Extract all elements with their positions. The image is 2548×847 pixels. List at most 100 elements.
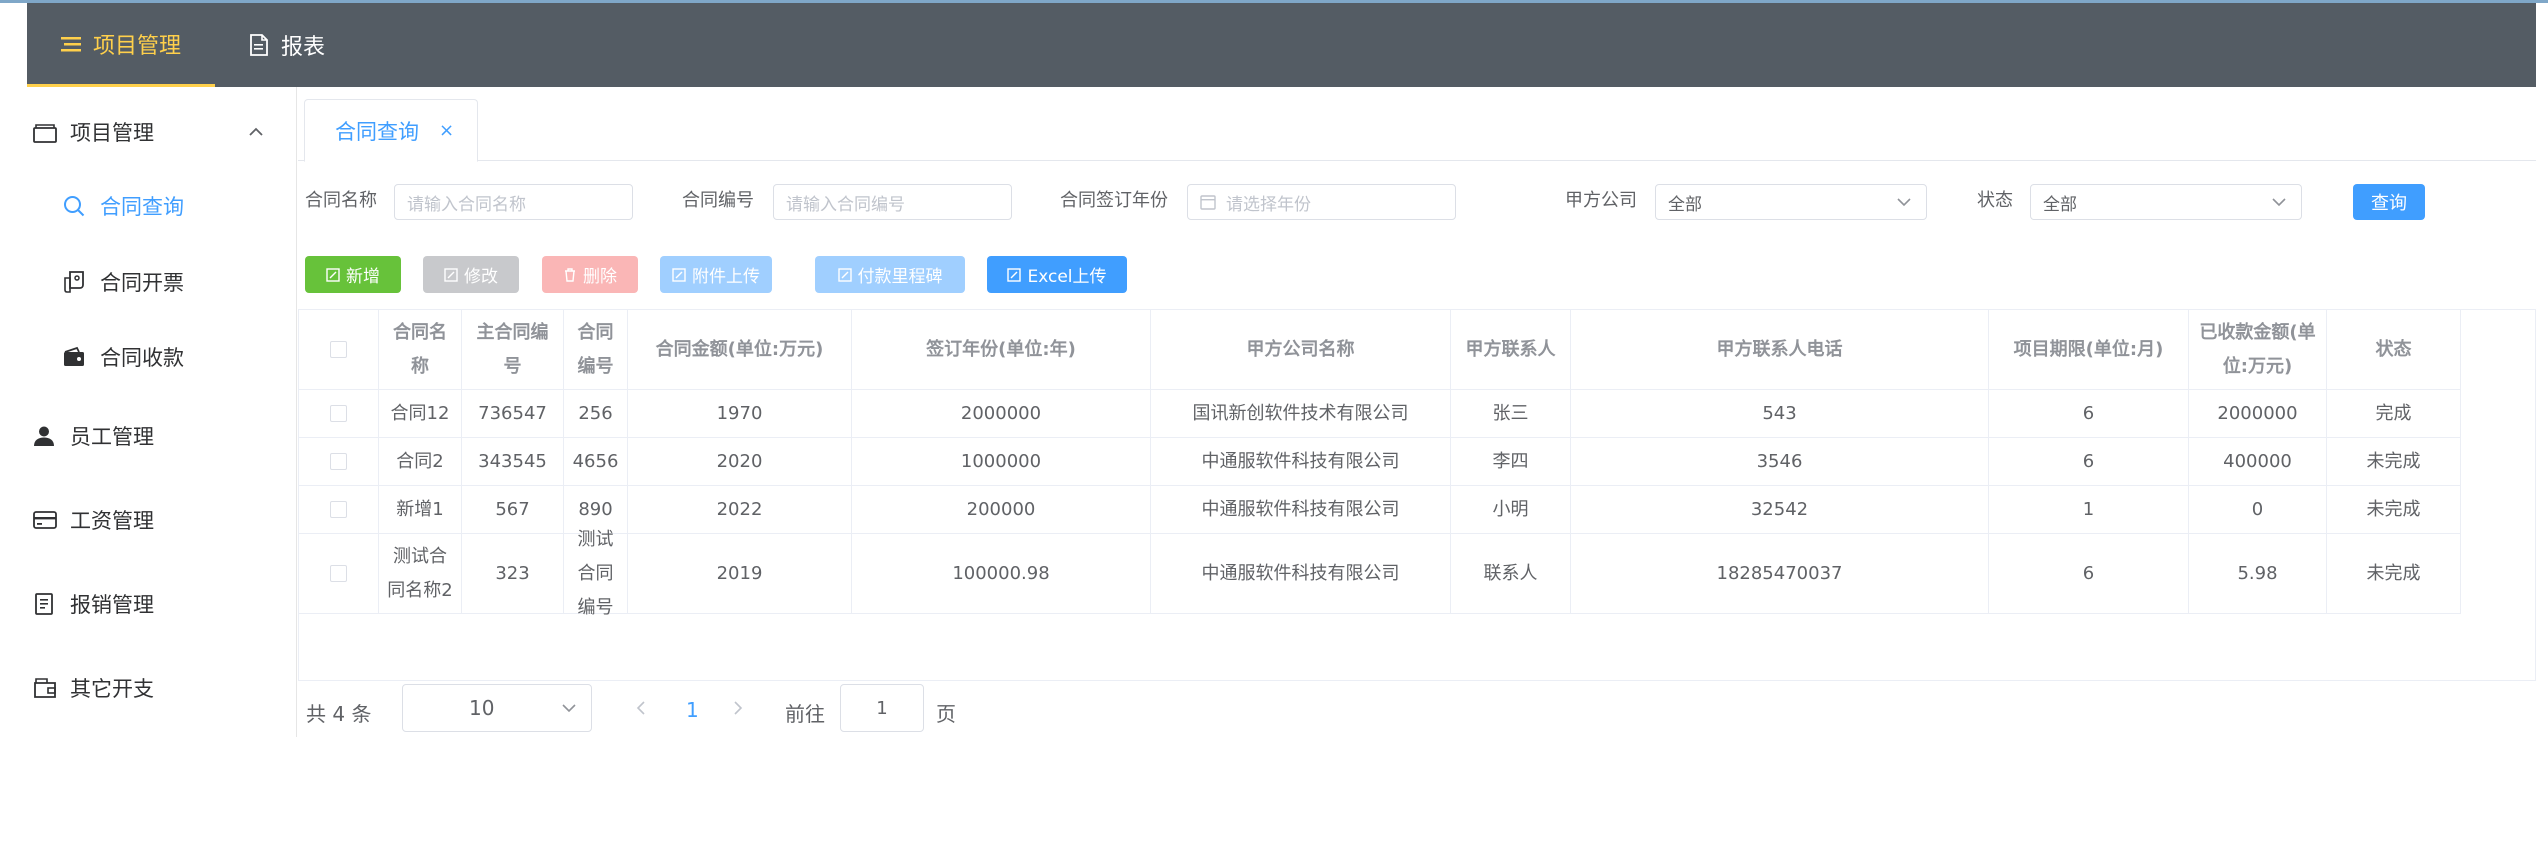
table-cell: 3546 [1571,438,1989,486]
contract-no-input[interactable]: 请输入合同编号 [773,184,1012,220]
close-icon[interactable]: × [439,120,454,141]
chevron-up-icon [249,127,263,136]
edit-button[interactable]: 修改 [423,256,519,293]
table-cell: 4656 [564,438,628,486]
column-header: 项目期限(单位:月) [1989,310,2189,390]
trash-icon [565,267,575,282]
sidebar-item-contract-invoice[interactable]: 合同开票 [27,252,296,312]
table-cell: 联系人 [1451,534,1571,614]
payment-milestone-button[interactable]: 付款里程碑 [815,256,965,293]
sidebar-item-reimbursement[interactable]: 报销管理 [27,574,296,634]
tab-contract-query[interactable]: 合同查询 × [304,99,478,162]
tab-label: 合同查询 [335,119,419,144]
goto-page-input[interactable]: 1 [840,684,924,732]
contract-name-label: 合同名称 [305,190,377,211]
page-number-current[interactable]: 1 [686,698,699,722]
row-checkbox[interactable] [330,565,347,582]
contract-no-label: 合同编号 [682,190,754,211]
attachment-upload-label: 附件上传 [692,267,760,287]
status-select[interactable]: 全部 [2030,184,2302,220]
column-header: 已收款金额(单位:万元) [2189,310,2327,390]
table-cell: 6 [1989,390,2189,438]
attachment-upload-button[interactable]: 附件上传 [660,256,772,293]
table-cell: 400000 [2189,438,2327,486]
add-button[interactable]: 新增 [305,256,401,293]
pagination: 共 4 条 10 1 前往 1 页 [298,684,1198,734]
column-header: 甲方联系人 [1451,310,1571,390]
wallet-icon [33,124,57,143]
table-cell: 200000 [852,486,1151,534]
pagination-total: 共 4 条 [306,702,372,726]
table-cell: 未完成 [2327,486,2461,534]
column-header: 签订年份(单位:年) [852,310,1151,390]
table-cell: 中通服软件科技有限公司 [1151,438,1451,486]
table-cell: 343545 [462,438,564,486]
table-cell: 6 [1989,438,2189,486]
delete-button[interactable]: 删除 [542,256,638,293]
column-header: 合同编号 [564,310,628,390]
sidebar-item-other-expense[interactable]: 其它开支 [27,658,296,718]
table-cell: 测试合同名称2 [379,534,462,614]
table-cell: 李四 [1451,438,1571,486]
table-cell: 32542 [1571,486,1989,534]
sidebar-group-project[interactable]: 项目管理 [27,102,296,162]
sidebar-item-label: 合同收款 [100,346,184,370]
page-size-select[interactable]: 10 [402,684,592,732]
column-header: 状态 [2327,310,2461,390]
user-icon [34,426,54,446]
payment-milestone-label: 付款里程碑 [857,267,943,287]
sidebar-item-salary[interactable]: 工资管理 [27,490,296,550]
table-cell: 未完成 [2327,438,2461,486]
topnav-report-label: 报表 [281,35,326,60]
sidebar-item-employee[interactable]: 员工管理 [27,406,296,466]
table-cell: 736547 [462,390,564,438]
table-cell: 2020 [628,438,852,486]
prev-page-icon[interactable] [634,700,648,716]
table-cell: 张三 [1451,390,1571,438]
delete-button-label: 删除 [583,267,617,287]
contract-name-input[interactable]: 请输入合同名称 [394,184,633,220]
table-cell: 未完成 [2327,534,2461,614]
party-a-label: 甲方公司 [1565,190,1637,211]
row-checkbox[interactable] [330,405,347,422]
contract-name-placeholder: 请输入合同名称 [407,194,526,215]
contract-no-placeholder: 请输入合同编号 [786,194,905,215]
row-checkbox[interactable] [330,501,347,518]
edit-icon [326,267,340,282]
topnav-project-label: 项目管理 [92,33,181,59]
table-cell: 323 [462,534,564,614]
sidebar-item-contract-receipt[interactable]: 合同收款 [27,327,296,387]
row-checkbox-cell [299,438,379,486]
excel-upload-button[interactable]: Excel上传 [987,256,1127,293]
sidebar-item-label: 员工管理 [70,425,154,449]
status-label: 状态 [1977,190,2013,211]
table-cell: 合同2 [379,438,462,486]
next-page-icon[interactable] [731,700,745,716]
topnav-item-report[interactable]: 报表 [249,3,325,87]
edit-icon [672,267,686,282]
sidebar-item-label: 工资管理 [70,509,154,533]
table-cell: 中通服软件科技有限公司 [1151,534,1451,614]
table-cell: 测试合同编号 [564,529,628,618]
table-cell: 1970 [628,390,852,438]
sidebar-item-contract-query[interactable]: 合同查询 [27,176,296,236]
table-cell: 1000000 [852,438,1151,486]
column-header: 合同名称 [379,310,462,390]
header-select-all-cell [299,310,379,390]
table-cell: 100000.98 [852,534,1151,614]
sign-year-label: 合同签订年份 [1060,190,1168,211]
sign-year-picker[interactable]: 请选择年份 [1187,184,1456,220]
table-cell: 小明 [1451,486,1571,534]
party-a-select[interactable]: 全部 [1655,184,1927,220]
add-button-label: 新增 [346,267,380,287]
select-all-checkbox[interactable] [330,341,347,358]
row-checkbox[interactable] [330,453,347,470]
table-cell: 国讯新创软件技术有限公司 [1151,390,1451,438]
calendar-icon [1200,195,1216,210]
table-cell: 2000000 [2189,390,2327,438]
sidebar-group-label: 项目管理 [70,121,154,145]
sidebar-item-label: 合同开票 [100,271,184,295]
topnav-item-project[interactable]: 项目管理 [27,3,215,87]
table-cell: 合同12 [379,390,462,438]
query-button[interactable]: 查询 [2353,184,2425,220]
